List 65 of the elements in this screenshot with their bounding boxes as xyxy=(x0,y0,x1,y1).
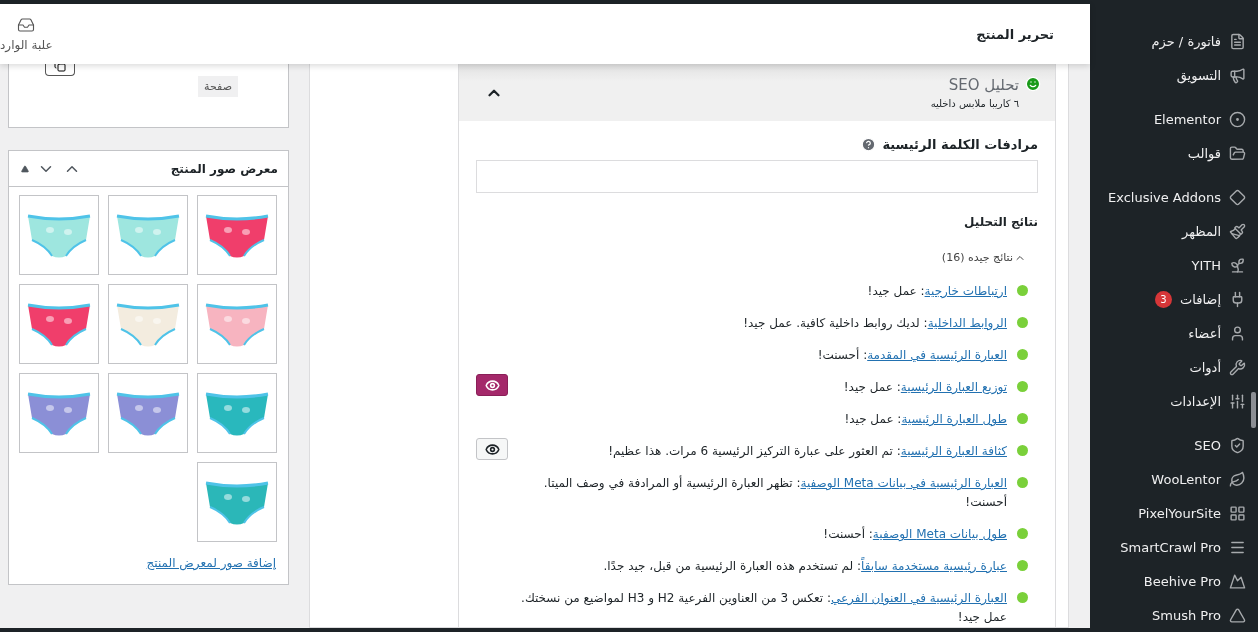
inbox-icon xyxy=(17,16,36,34)
menu-item[interactable]: PixelYourSite xyxy=(1090,496,1258,530)
result-text: عبارة رئيسية مستخدمة سابقاً: لم تستخدم هذه العبارة الرئيسية من قبل، جيد جدًا. xyxy=(603,557,1007,576)
page-title: تحرير المنتج xyxy=(976,26,1054,42)
add-images-link[interactable]: إضافة صور لمعرض المنتج xyxy=(134,550,288,584)
result-link[interactable]: طول العبارة الرئيسية xyxy=(901,412,1007,426)
menu-icon xyxy=(1229,572,1246,590)
eye-icon xyxy=(484,441,500,457)
result-text: العبارة الرئيسية في بيانات Meta الوصفية: تظهر العبارة الرئيسية أو المرادفة في وصف الميتا. أحسنت! xyxy=(542,474,1007,511)
menu-icon xyxy=(1229,358,1246,376)
result-text: طول العبارة الرئيسية: عمل جيد! xyxy=(844,411,1007,428)
result-link[interactable]: العبارة الرئيسية في العنوان الفرعي xyxy=(830,591,1007,605)
result-text: طول بيانات Meta الوصفية: أحسنت! xyxy=(823,525,1007,543)
inbox-button[interactable]: علبة الوارد xyxy=(0,6,55,62)
menu-item[interactable]: الإعدادات xyxy=(1090,384,1258,418)
menu-icon xyxy=(1229,504,1246,522)
menu-icon xyxy=(1229,436,1246,454)
results-heading: نتائج التحليل xyxy=(963,215,1038,229)
result-text: كثافة العبارة الرئيسية: تم العثور على عبارة التركيز الرئيسية 6 مرات. هذا عظيم! xyxy=(608,443,1007,461)
menu-item[interactable]: YITH xyxy=(1090,248,1258,282)
menu-item[interactable]: Smush Pro xyxy=(1090,598,1258,632)
count-badge: 3 xyxy=(1154,290,1172,308)
highlight-button[interactable] xyxy=(476,374,508,396)
synonyms-input[interactable] xyxy=(476,160,1038,193)
menu-icon xyxy=(1229,32,1246,50)
menu-item[interactable]: التسويق xyxy=(1090,58,1258,92)
good-results-toggle[interactable]: نتائج جيده (16) xyxy=(941,251,1026,264)
menu-item[interactable]: WooLentor xyxy=(1090,462,1258,496)
menu-item[interactable]: SEO xyxy=(1090,428,1258,462)
help-icon[interactable] xyxy=(861,137,877,152)
result-link[interactable]: عبارة رئيسية مستخدمة سابقاً xyxy=(861,559,1007,573)
smiley-icon xyxy=(1025,76,1041,92)
seo-title: تحليل SEO xyxy=(947,76,1019,94)
menu-item[interactable]: أدوات xyxy=(1090,350,1258,384)
menu-icon xyxy=(1229,256,1246,274)
menu-icon xyxy=(1229,222,1246,240)
menu-icon xyxy=(1229,392,1246,410)
result-link[interactable]: العبارة الرئيسية في المقدمة xyxy=(867,348,1007,362)
menu-icon xyxy=(1229,606,1246,624)
menu-item[interactable]: أعضاء xyxy=(1090,316,1258,350)
result-text: الروابط الداخلية: لديك روابط داخلية كافية. عمل جيد! xyxy=(743,315,1007,333)
menu-icon xyxy=(1229,66,1246,84)
result-text: ارتباطات خارجية: عمل جيد! xyxy=(867,283,1007,300)
result-text: العبارة الرئيسية في العنوان الفرعي: تعكس 3 من العناوين الفرعية H2 و H3 لمواضيع من نسختك. عمل جيد! xyxy=(520,590,1007,626)
menu-item[interactable]: فاتورة / حزم xyxy=(1090,24,1258,58)
menu-item[interactable]: Elementor xyxy=(1090,102,1258,136)
menu-item[interactable]: SmartCrawl Pro xyxy=(1090,530,1258,564)
menu-icon xyxy=(1229,324,1246,342)
result-text: توزيع العبارة الرئيسية: عمل جيد! xyxy=(843,379,1007,397)
gallery-title: معرض صور المنتج xyxy=(170,161,278,176)
menu-item[interactable]: Exclusive Addons xyxy=(1090,180,1258,214)
page-tag[interactable]: صفحة xyxy=(198,76,238,97)
menu-icon xyxy=(1229,110,1246,128)
result-link[interactable]: العبارة الرئيسية في بيانات Meta الوصفية xyxy=(800,476,1007,490)
eye-icon xyxy=(484,377,500,393)
toggle-icon[interactable] xyxy=(21,164,29,173)
menu-icon xyxy=(1229,188,1246,206)
menu-icon xyxy=(1229,144,1246,162)
menu-item[interactable]: قوالب xyxy=(1090,136,1258,170)
menu-item[interactable]: Beehive Pro xyxy=(1090,564,1258,598)
menu-icon xyxy=(1229,470,1246,488)
result-text: العبارة الرئيسية في المقدمة: أحسنت! xyxy=(817,346,1007,365)
field-label: مرادفات الكلمة الرئيسية xyxy=(882,137,1038,152)
seo-subtitle: ٦ كاريبا ملابس داخليه xyxy=(930,98,1019,109)
menu-item[interactable]: المظهر xyxy=(1090,214,1258,248)
